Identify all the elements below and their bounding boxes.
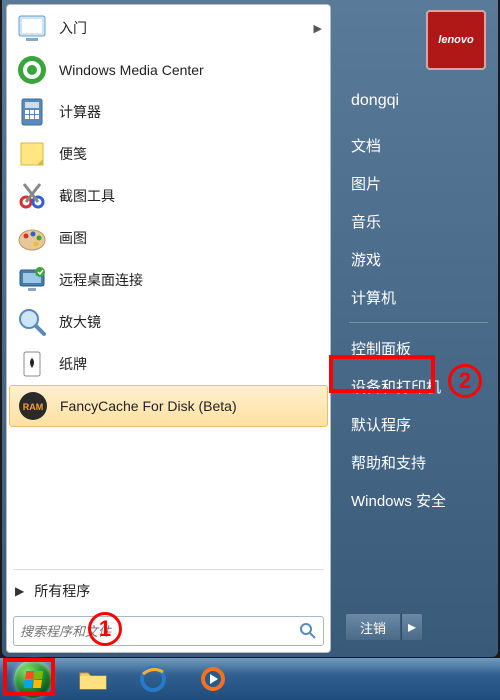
program-label: Windows Media Center <box>59 62 204 78</box>
right-item-computer[interactable]: 计算机 <box>345 278 492 316</box>
right-item-games[interactable]: 游戏 <box>345 240 492 278</box>
snipping-tool-icon <box>15 179 49 213</box>
search-box[interactable] <box>13 616 324 646</box>
program-label: 放大镜 <box>59 312 101 332</box>
user-avatar[interactable]: lenovo <box>426 10 486 70</box>
shutdown-options-button[interactable]: ▸ <box>401 613 423 641</box>
right-item-control-panel[interactable]: 控制面板 <box>345 329 492 367</box>
remote-desktop-icon <box>15 263 49 297</box>
getting-started-icon <box>15 11 49 45</box>
right-item-documents[interactable]: 文档 <box>345 126 492 164</box>
chevron-right-icon: ▶ <box>314 22 322 35</box>
shutdown-label: 注销 <box>360 618 386 637</box>
user-folder[interactable]: dongqi <box>345 82 492 120</box>
divider <box>349 322 488 323</box>
program-label: 纸牌 <box>59 354 87 374</box>
start-button[interactable] <box>4 661 62 697</box>
solitaire-icon <box>15 347 49 381</box>
calculator-icon <box>15 95 49 129</box>
search-input[interactable] <box>20 624 299 639</box>
program-list: 入门 ▶ Windows Media Center 计算器 便笺 <box>7 5 330 567</box>
search-container <box>7 610 330 652</box>
divider <box>13 569 324 570</box>
start-menu-right-panel: lenovo dongqi 文档 图片 音乐 游戏 计算机 控制面板 设备和打印… <box>331 0 498 657</box>
all-programs-label: 所有程序 <box>34 581 90 601</box>
sticky-notes-icon <box>15 137 49 171</box>
program-label: 入门 <box>59 18 87 38</box>
chevron-right-icon: ▸ <box>408 617 416 637</box>
magnifier-icon <box>15 305 49 339</box>
program-label: 远程桌面连接 <box>59 270 143 290</box>
folder-icon <box>77 665 109 693</box>
avatar-text: lenovo <box>438 34 473 46</box>
program-item-remote-desktop[interactable]: 远程桌面连接 <box>9 259 328 301</box>
paint-icon <box>15 221 49 255</box>
program-item-sticky-notes[interactable]: 便笺 <box>9 133 328 175</box>
program-label: 画图 <box>59 228 87 248</box>
all-programs[interactable]: ▶ 所有程序 <box>7 572 330 610</box>
media-center-icon <box>15 53 49 87</box>
taskbar <box>0 658 500 700</box>
program-item-solitaire[interactable]: 纸牌 <box>9 343 328 385</box>
right-item-help-support[interactable]: 帮助和支持 <box>345 443 492 481</box>
program-item-fancycache[interactable]: RAM FancyCache For Disk (Beta) <box>9 385 328 427</box>
start-menu-left-panel: 入门 ▶ Windows Media Center 计算器 便笺 <box>6 4 331 653</box>
program-item-getting-started[interactable]: 入门 ▶ <box>9 7 328 49</box>
program-item-calculator[interactable]: 计算器 <box>9 91 328 133</box>
right-item-default-programs[interactable]: 默认程序 <box>345 405 492 443</box>
program-label: 截图工具 <box>59 186 115 206</box>
program-item-magnifier[interactable]: 放大镜 <box>9 301 328 343</box>
program-item-paint[interactable]: 画图 <box>9 217 328 259</box>
right-item-pictures[interactable]: 图片 <box>345 164 492 202</box>
internet-explorer-icon <box>138 664 168 694</box>
program-label: 计算器 <box>59 102 101 122</box>
program-label: FancyCache For Disk (Beta) <box>60 398 237 414</box>
right-item-music[interactable]: 音乐 <box>345 202 492 240</box>
program-item-media-center[interactable]: Windows Media Center <box>9 49 328 91</box>
taskbar-item-explorer[interactable] <box>64 661 122 697</box>
windows-orb-icon <box>14 660 52 698</box>
taskbar-item-media-player[interactable] <box>184 661 242 697</box>
right-item-devices-printers[interactable]: 设备和打印机 <box>345 367 492 405</box>
chevron-right-icon: ▶ <box>15 584 24 598</box>
right-item-windows-security[interactable]: Windows 安全 <box>345 481 492 519</box>
svg-text:RAM: RAM <box>23 402 44 412</box>
media-player-icon <box>198 664 228 694</box>
start-menu: 入门 ▶ Windows Media Center 计算器 便笺 <box>2 0 498 657</box>
search-icon <box>299 622 317 640</box>
fancycache-icon: RAM <box>16 389 50 423</box>
username-label: dongqi <box>351 92 399 110</box>
taskbar-item-ie[interactable] <box>124 661 182 697</box>
shutdown-button[interactable]: 注销 <box>345 613 401 641</box>
program-item-snipping-tool[interactable]: 截图工具 <box>9 175 328 217</box>
program-label: 便笺 <box>59 144 87 164</box>
shutdown-group: 注销 ▸ <box>345 613 423 641</box>
